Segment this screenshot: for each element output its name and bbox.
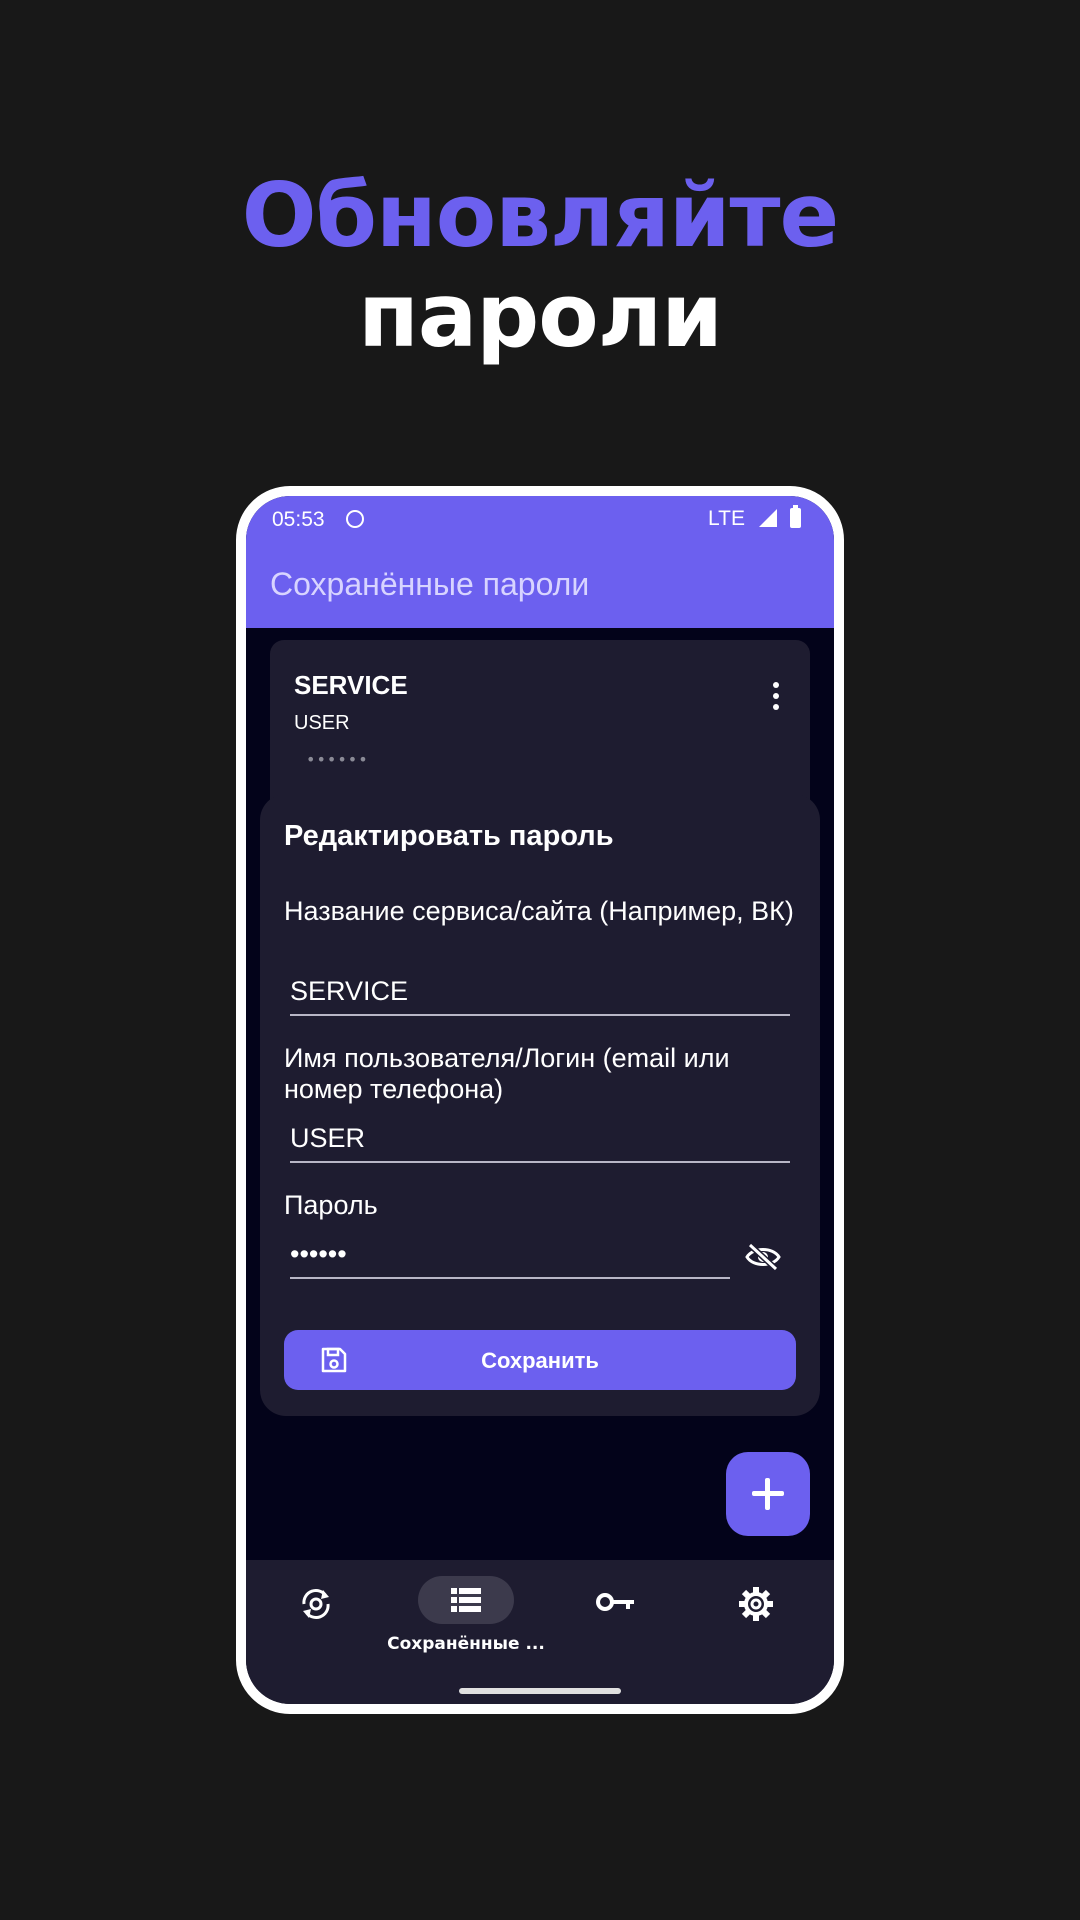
network-type: LTE <box>708 507 745 530</box>
status-time: 05:53 <box>272 508 325 531</box>
dnd-icon <box>346 510 364 528</box>
app-bar: Сохранённые пароли <box>246 544 834 628</box>
bottom-navigation: Сохранённые ... <box>246 1560 834 1704</box>
password-field[interactable]: •••••• <box>290 1239 730 1279</box>
save-button[interactable]: Сохранить <box>284 1330 796 1390</box>
service-label: Название сервиса/сайта (Например, ВК) <box>284 896 794 926</box>
edit-password-dialog: Редактировать пароль Название сервиса/са… <box>260 794 820 1416</box>
card-password: •••••• <box>306 750 369 769</box>
phone-frame: 05:53 LTE Сохранённые пароли SERVICE USE… <box>236 486 844 1714</box>
password-label: Пароль <box>284 1190 378 1220</box>
nav-item-generator[interactable] <box>246 1576 386 1666</box>
dialog-title: Редактировать пароль <box>284 820 614 852</box>
username-value: USER <box>290 1123 366 1153</box>
key-icon <box>596 1593 634 1611</box>
card-service: SERVICE <box>294 670 408 700</box>
list-icon <box>451 1588 481 1612</box>
nav-item-saved-passwords[interactable]: Сохранённые ... <box>387 1576 545 1666</box>
username-label: Имя пользователя/Логин (email или номер … <box>284 1043 730 1104</box>
status-bar: 05:53 LTE <box>246 496 834 544</box>
service-value: SERVICE <box>290 976 409 1006</box>
nav-label-saved: Сохранённые ... <box>387 1634 545 1654</box>
visibility-off-icon[interactable] <box>744 1242 782 1272</box>
battery-icon <box>790 505 801 528</box>
username-field[interactable]: USER <box>290 1123 790 1163</box>
promo-title-line1: Обновляйте <box>241 164 840 267</box>
card-user: USER <box>294 712 350 734</box>
more-menu-icon[interactable] <box>766 682 786 716</box>
nav-item-keys[interactable] <box>546 1576 686 1666</box>
password-value: •••••• <box>290 1239 347 1269</box>
gear-icon <box>739 1587 773 1621</box>
sync-settings-icon <box>302 1589 330 1619</box>
promo-title-line2: пароли <box>358 264 723 367</box>
home-indicator[interactable] <box>459 1688 621 1694</box>
service-field[interactable]: SERVICE <box>290 976 790 1016</box>
nav-item-settings[interactable] <box>686 1576 826 1666</box>
save-button-label: Сохранить <box>481 1348 599 1373</box>
add-password-button[interactable] <box>726 1452 810 1536</box>
page-title: Сохранённые пароли <box>270 566 590 602</box>
signal-icon <box>759 509 777 527</box>
